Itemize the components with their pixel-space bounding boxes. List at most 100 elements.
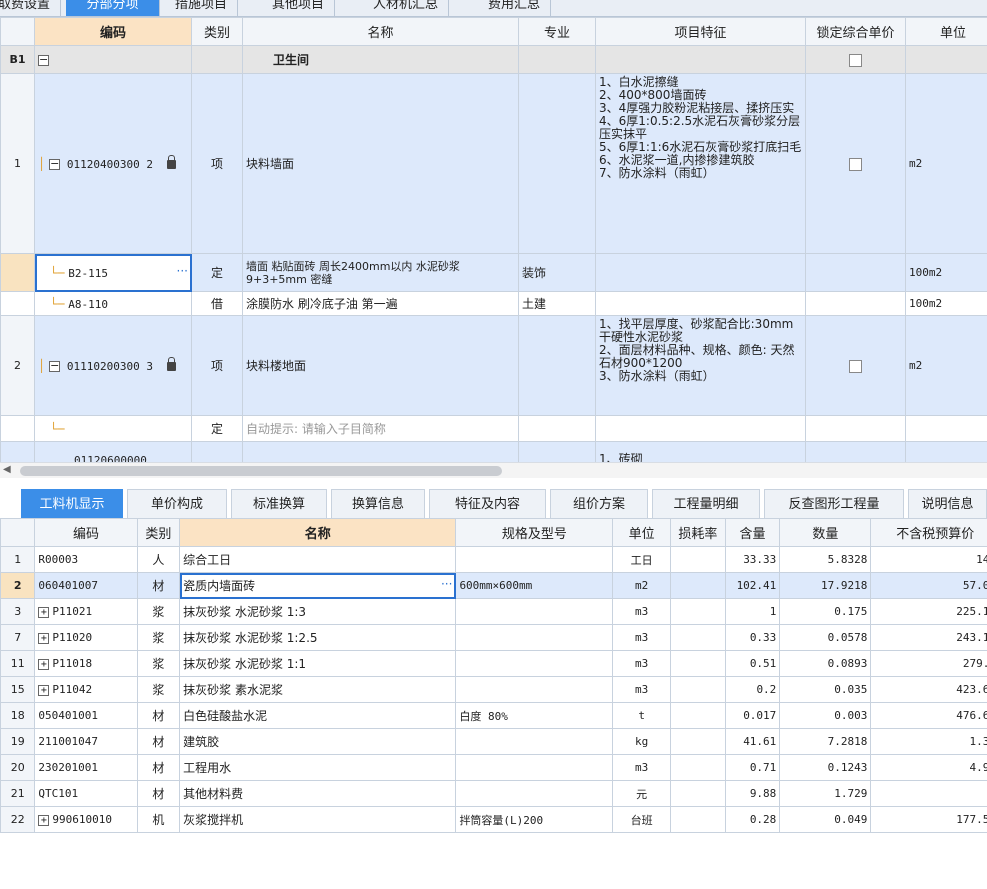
tab-labor-material-display[interactable]: 工料机显示	[21, 489, 123, 518]
auto-hint-input[interactable]: 自动提示: 请输入子目简称	[242, 415, 519, 442]
col-header-loss-rate[interactable]: 损耗率	[670, 518, 726, 547]
col-header-content[interactable]: 含量	[724, 518, 781, 547]
quota-major[interactable]: 装饰	[518, 253, 596, 292]
item-features[interactable]: 1、白水泥擦缝 2、400*800墙面砖 3、4厚强力胶粉泥粘接层、揉挤压实 4…	[595, 73, 806, 254]
lock-price-checkbox[interactable]	[849, 359, 862, 373]
item-major[interactable]	[518, 315, 596, 416]
table-row[interactable]: 18 050401001 材 白色硅酸盐水泥 白度 80% t 0.017 0.003 476.…	[0, 702, 987, 729]
quota-unit[interactable]: 100m2	[905, 253, 987, 292]
item-code: 01120400300 2	[66, 157, 153, 171]
table-row[interactable]: 2 060401007 材 瓷质内墙面砖 ··· 600mm×600mm m2 102.41 1…	[0, 572, 987, 599]
quota-major[interactable]: 土建	[518, 291, 596, 316]
table-row[interactable]: 1 R00003 人 综合工日 工日 33.33 5.8328 140	[0, 546, 987, 573]
item-name[interactable]: 块料楼地面	[242, 315, 519, 416]
tab-reverse-graphic-quantity[interactable]: 反查图形工程量	[764, 489, 904, 518]
more-options-icon[interactable]: ···	[441, 577, 452, 591]
expand-icon[interactable]: +	[38, 814, 50, 826]
tab-standard-conversion[interactable]: 标准换算	[231, 489, 327, 518]
collapse-icon[interactable]: −	[38, 54, 49, 66]
tab-cost-summary[interactable]: 费用汇总	[478, 0, 552, 16]
material-name: 抹灰砂浆 水泥砂浆 1:2.5	[183, 631, 318, 645]
row-number: 18	[10, 709, 25, 722]
section-collapse-cell[interactable]: −	[34, 45, 192, 74]
col-header-name[interactable]: 名称	[242, 17, 519, 46]
price-ex-tax: 423.68	[956, 683, 987, 696]
row-number: 1	[0, 73, 35, 254]
quota-code-cell[interactable]: └─ B2-115 ···	[34, 253, 192, 292]
quantity-value: 5.8328	[827, 553, 868, 566]
table-row[interactable]: 21QTC101材其他材料费元9.881.7291	[0, 780, 987, 807]
tab-fee-settings[interactable]: 取费设置	[0, 0, 62, 16]
table-row[interactable]: └─ A8-110 借 涂膜防水 刷冷底子油 第一遍 土建 100m2	[0, 291, 987, 316]
expand-icon[interactable]: +	[38, 684, 50, 696]
col-header-features[interactable]: 项目特征	[595, 17, 806, 46]
col-header-price-ex-tax[interactable]: 不含税预算价	[870, 518, 987, 547]
tab-quantity-details[interactable]: 工程量明细	[652, 489, 760, 518]
quantity-value: 0.035	[834, 683, 868, 696]
horizontal-scrollbar[interactable]: ◀	[0, 462, 987, 478]
tab-sub-items[interactable]: 分部分项	[66, 0, 160, 16]
quota-name[interactable]: 墙面 粘贴面砖 周长2400mm以内 水泥砂浆 9+3+5mm 密缝	[242, 253, 519, 292]
more-options-icon[interactable]: ···	[177, 264, 188, 278]
col-header-unit[interactable]: 单位	[612, 518, 671, 547]
tab-measures[interactable]: 措施项目	[165, 0, 239, 16]
col-header-name[interactable]: 名称	[179, 518, 457, 547]
col-header-spec[interactable]: 规格及型号	[455, 518, 614, 547]
quota-unit[interactable]: 100m2	[905, 291, 987, 316]
item-code-cell[interactable]: │ − 01110200300 3	[34, 315, 192, 416]
col-header-quantity[interactable]: 数量	[779, 518, 872, 547]
material-name: 抹灰砂浆 水泥砂浆 1:1	[183, 657, 307, 671]
scroll-left-icon[interactable]: ◀	[3, 464, 11, 475]
item-code-cell[interactable]: │ − 01120400300 2	[34, 73, 192, 254]
col-header-type[interactable]: 类别	[191, 17, 243, 46]
material-unit: m2	[635, 579, 649, 592]
table-row[interactable]: 11 +P11018 浆 抹灰砂浆 水泥砂浆 1:1 m3 0.51 0.0893 279.5	[0, 650, 987, 677]
tab-conversion-info[interactable]: 换算信息	[331, 489, 425, 518]
table-row[interactable]: 3 +P11021 浆 抹灰砂浆 水泥砂浆 1:3 m3 1 0.175 225.16	[0, 598, 987, 625]
table-row[interactable]: 15 +P11042 浆 抹灰砂浆 素水泥浆 m3 0.2 0.035 423.68	[0, 676, 987, 703]
scrollbar-thumb[interactable]	[20, 466, 502, 476]
item-unit[interactable]: m2	[905, 315, 987, 416]
col-header-type[interactable]: 类别	[136, 518, 181, 547]
price-ex-tax: 140	[976, 553, 987, 566]
table-row-selected[interactable]: └─ B2-115 ··· 定 墙面 粘贴面砖 周长2400mm以内 水泥砂浆 …	[0, 253, 987, 292]
table-row[interactable]: 2 │ − 01110200300 3 项 块料楼地面 1、找平层厚度、砂浆配合…	[0, 315, 987, 416]
col-header-unit[interactable]: 单位	[905, 17, 987, 46]
tab-labor-material-summary[interactable]: 人材机汇总	[363, 0, 450, 16]
lock-price-checkbox[interactable]	[849, 157, 862, 171]
quota-code-cell[interactable]: └─ A8-110	[34, 291, 192, 316]
col-header-major[interactable]: 专业	[518, 17, 596, 46]
table-row[interactable]: 7 + P11020 浆 抹灰砂浆 水泥砂浆 1:2.5 m3 0.33 0.0578 243.…	[0, 624, 987, 651]
content-value: 0.017	[743, 709, 777, 722]
lock-icon[interactable]	[166, 154, 176, 169]
col-header-lock-price[interactable]: 锁定综合单价	[805, 17, 906, 46]
tab-description-info[interactable]: 说明信息	[908, 489, 987, 518]
expand-icon[interactable]: +	[38, 658, 50, 670]
table-row[interactable]: 19 211001047 材 建筑胶 kg 41.61 7.2818 1.36	[0, 728, 987, 755]
table-row[interactable]: 1 │ − 01120400300 2 项 块料墙面 1、白水泥擦缝 2、400…	[0, 73, 987, 254]
section-name: 卫生间	[242, 45, 519, 74]
item-name[interactable]: 块料墙面	[242, 73, 519, 254]
tab-unit-price-composition[interactable]: 单价构成	[127, 489, 227, 518]
col-header-code[interactable]: 编码	[34, 518, 138, 547]
item-unit[interactable]: m2	[905, 73, 987, 254]
col-header-code[interactable]: 编码	[34, 17, 192, 46]
collapse-icon[interactable]: −	[49, 158, 61, 170]
tab-pricing-scheme[interactable]: 组价方案	[550, 489, 648, 518]
lock-icon[interactable]	[166, 356, 176, 371]
quota-name[interactable]: 涂膜防水 刷冷底子油 第一遍	[242, 291, 519, 316]
section-row[interactable]: B1 − 卫生间	[0, 45, 987, 74]
expand-icon[interactable]: +	[38, 606, 50, 618]
item-major[interactable]	[518, 73, 596, 254]
table-row-input-hint[interactable]: └─ 定 自动提示: 请输入子目简称	[0, 415, 987, 442]
tab-features-content[interactable]: 特征及内容	[429, 489, 546, 518]
expand-icon[interactable]: +	[38, 632, 50, 644]
lock-price-checkbox[interactable]	[849, 53, 862, 67]
collapse-icon[interactable]: −	[49, 360, 61, 372]
tab-other-items[interactable]: 其他项目	[262, 0, 336, 16]
table-row[interactable]: 20 230201001 材 工程用水 m3 0.71 0.1243 4.96	[0, 754, 987, 781]
row-number: 7	[14, 631, 22, 644]
quota-type: 定	[191, 253, 243, 292]
table-row[interactable]: 22 +990610010 机 灰浆搅拌机 拌筒容量(L)200 台班 0.28 0.049 1…	[0, 806, 987, 833]
item-features[interactable]: 1、找平层厚度、砂浆配合比:30mm干硬性水泥砂浆 2、面层材料品种、规格、颜色…	[595, 315, 806, 416]
